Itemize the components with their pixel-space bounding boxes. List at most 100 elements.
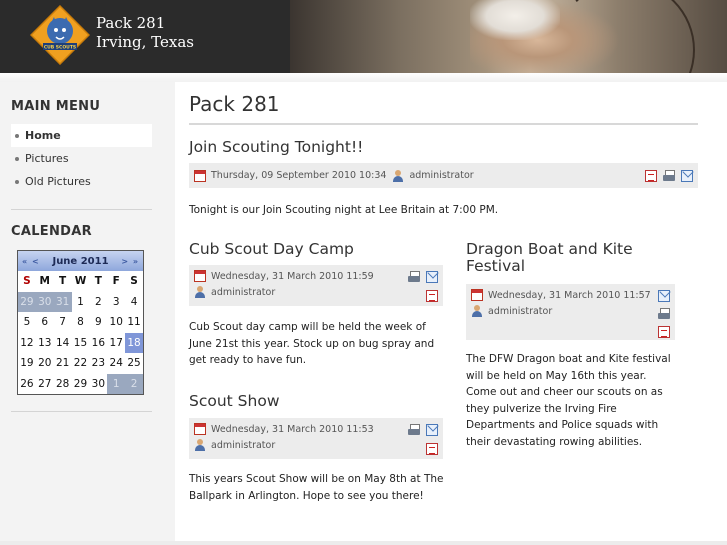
calendar-grid: S M T W T F S 29 30 31 1 2 3 4 5 6 7 8 9 10 11 12 13 14 15 16 17 18… [18,271,143,394]
header-photo-bow [555,0,695,73]
calendar-day[interactable]: 12 [18,333,36,354]
calendar-day[interactable]: 15 [72,333,90,354]
calendar-day[interactable]: 30 [35,291,54,312]
calendar-day[interactable]: 1 [72,292,90,313]
header-photo-cap [470,0,560,40]
main-content: Pack 281 Join Scouting Tonight!! Thursda… [175,82,727,545]
article-date: Wednesday, 31 March 2010 11:53 [211,423,374,435]
calendar-day[interactable]: 9 [89,312,107,333]
email-icon[interactable] [658,290,670,302]
calendar-day[interactable]: 29 [18,291,36,312]
calendar-day[interactable]: 21 [54,353,72,374]
calendar-day[interactable]: 11 [125,312,143,333]
calendar-weekday: F [112,275,120,288]
article-meta-daycamp: Wednesday, 31 March 2010 11:59 administr… [189,265,443,306]
footer-strip [0,541,727,545]
calendar-day[interactable]: 29 [72,374,90,395]
print-icon[interactable] [663,170,675,182]
site-name: Pack 281 Irving, Texas [96,14,194,52]
print-icon[interactable] [408,424,420,436]
site-header: CUB SCOUTS Pack 281 Irving, Texas [0,0,727,73]
calendar-day[interactable]: 26 [18,374,36,395]
calendar-header: « < June 2011 > » [18,251,143,271]
article-author: administrator [409,170,474,181]
cub-scouts-logo[interactable]: CUB SCOUTS [30,5,90,65]
calendar-day[interactable]: 2 [89,292,107,313]
pdf-icon[interactable] [426,443,438,455]
calendar-next-button[interactable]: > » [121,257,139,266]
calendar-month-label: June 2011 [52,255,109,267]
bullet-icon [15,156,19,161]
article-title-join[interactable]: Join Scouting Tonight!! [189,139,363,156]
calendar-day[interactable]: 18 [125,332,143,353]
sidebar-divider [11,209,152,210]
article-title-line: Festival [466,257,526,275]
calendar-icon [194,270,206,282]
calendar-day[interactable]: 20 [36,353,54,374]
calendar-day[interactable]: 3 [107,292,125,313]
calendar-day[interactable]: 1 [107,373,126,394]
calendar-widget: « < June 2011 > » S M T W T F S 29 30 31 1 2 3 4 5 6 7 8 9… [17,250,144,395]
calendar-day[interactable]: 22 [72,353,90,374]
calendar-day[interactable]: 23 [89,353,107,374]
page-title-rule [189,123,698,125]
site-name-line1: Pack 281 [96,14,166,32]
article-title-show[interactable]: Scout Show [189,393,280,410]
article-meta-join: Thursday, 09 September 2010 10:34 admini… [189,163,698,188]
pdf-icon[interactable] [658,326,670,338]
calendar-day[interactable]: 27 [36,374,54,395]
calendar-prev-button[interactable]: « < [22,257,40,266]
sidebar-divider-bottom [11,411,152,412]
bullet-icon [15,133,19,138]
calendar-weekday: T [94,275,102,288]
calendar-day[interactable]: 14 [54,333,72,354]
menu-item-pictures[interactable]: Pictures [11,147,152,170]
email-icon[interactable] [426,271,438,283]
calendar-day[interactable]: 10 [107,312,125,333]
article-body-dragon: The DFW Dragon boat and Kite festival wi… [466,353,671,448]
article-author: administrator [488,305,553,317]
article-meta-dragon: Wednesday, 31 March 2010 11:57 administr… [466,284,675,340]
calendar-weekday: S [130,275,138,288]
calendar-icon [194,169,206,182]
pdf-icon[interactable] [426,290,438,302]
print-icon[interactable] [658,308,670,320]
article-body-show: This years Scout Show will be on May 8th… [189,473,444,502]
calendar-day[interactable]: 17 [107,333,125,354]
article-author: administrator [211,286,276,298]
calendar-day[interactable]: 2 [125,373,143,394]
print-icon[interactable] [408,271,420,283]
calendar-day[interactable]: 28 [54,374,72,395]
menu-item-label: Pictures [25,152,69,165]
page-title: Pack 281 [189,92,280,116]
calendar-day[interactable]: 13 [36,333,54,354]
calendar-weekday: S [23,275,31,288]
calendar-day[interactable]: 8 [72,312,90,333]
calendar-day[interactable]: 25 [125,353,143,374]
email-icon[interactable] [681,170,693,182]
article-date: Wednesday, 31 March 2010 11:57 [488,289,651,301]
article-body-daycamp: Cub Scout day camp will be held the week… [189,321,435,366]
calendar-day[interactable]: 6 [36,312,54,333]
calendar-day[interactable]: 30 [89,374,107,395]
article-author: administrator [211,439,276,451]
article-date: Wednesday, 31 March 2010 11:59 [211,270,374,282]
calendar-day[interactable]: 4 [125,292,143,313]
article-meta-show: Wednesday, 31 March 2010 11:53 administr… [189,418,443,459]
menu-item-home[interactable]: Home [11,124,152,147]
calendar-day[interactable]: 24 [107,353,125,374]
user-icon [194,439,206,451]
header-underbar [0,73,727,82]
calendar-day[interactable]: 7 [54,312,72,333]
calendar-day[interactable]: 31 [53,291,72,312]
calendar-day[interactable]: 16 [89,333,107,354]
menu-item-old-pictures[interactable]: Old Pictures [11,170,152,193]
email-icon[interactable] [426,424,438,436]
article-title-daycamp[interactable]: Cub Scout Day Camp [189,241,354,258]
article-title-line: Dragon Boat and Kite [466,240,633,258]
article-title-dragon[interactable]: Dragon Boat and Kite Festival [466,241,633,275]
calendar-day[interactable]: 19 [18,353,36,374]
user-icon [392,169,404,182]
calendar-day[interactable]: 5 [18,312,36,333]
pdf-icon[interactable] [645,170,657,182]
